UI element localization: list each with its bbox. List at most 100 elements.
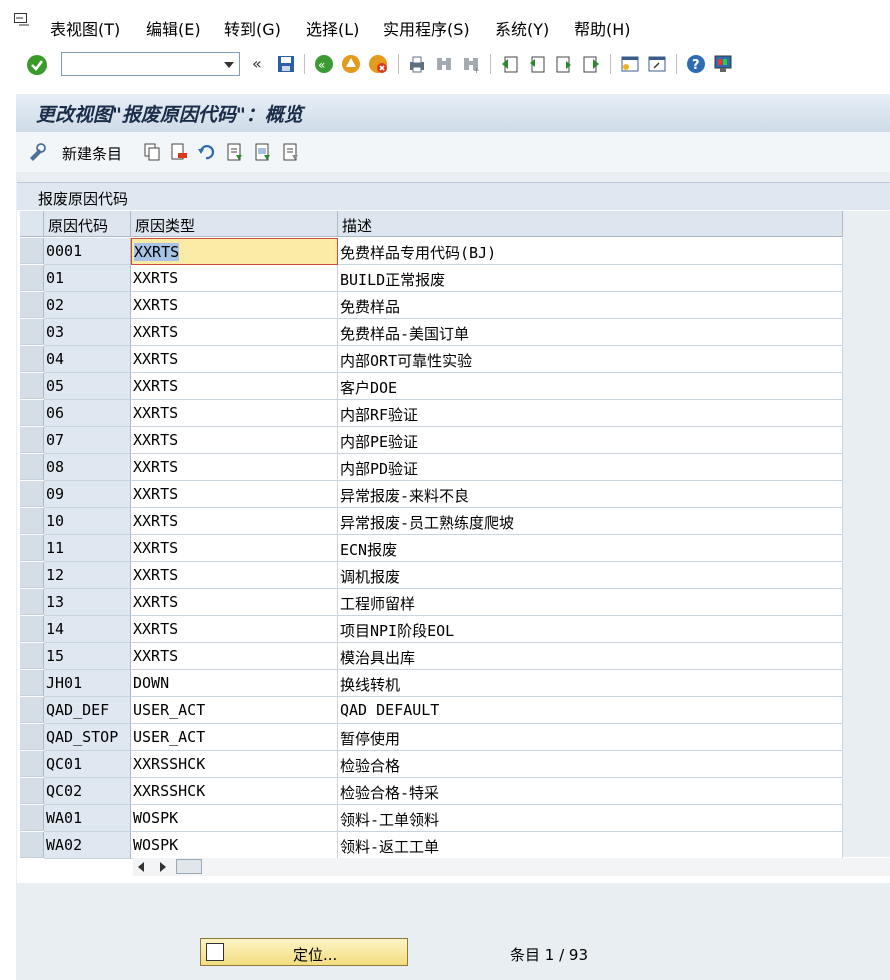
save-icon[interactable] <box>276 54 296 74</box>
new-entries-button[interactable]: 新建条目 <box>62 143 122 164</box>
print-icon[interactable] <box>407 54 427 74</box>
reason-type-field[interactable]: XXRSSHCK <box>131 778 338 805</box>
select-block-icon[interactable] <box>254 143 272 161</box>
dropdown-arrow-icon[interactable] <box>224 62 234 68</box>
reason-type-field[interactable]: USER_ACT <box>131 724 338 751</box>
undo-change-icon[interactable] <box>197 143 215 161</box>
row-selector[interactable] <box>20 724 44 750</box>
row-selector[interactable] <box>20 346 44 372</box>
reason-type-field[interactable]: WOSPK <box>131 805 338 832</box>
reason-type-field[interactable]: XXRTS <box>131 427 338 454</box>
previous-page-icon[interactable] <box>527 54 547 74</box>
system-menu-icon[interactable] <box>14 13 30 27</box>
row-selector[interactable] <box>20 319 44 345</box>
row-selector[interactable] <box>20 589 44 615</box>
description-field[interactable]: 客户DOE <box>338 373 843 400</box>
reason-type-field[interactable]: WOSPK <box>131 832 338 859</box>
row-selector[interactable] <box>20 454 44 480</box>
menu-item[interactable]: 转到(G) <box>224 16 281 40</box>
new-session-icon[interactable] <box>620 54 640 74</box>
reason-type-field[interactable]: XXRSSHCK <box>131 751 338 778</box>
row-selector[interactable] <box>20 400 44 426</box>
row-selector[interactable] <box>20 238 44 264</box>
row-selector[interactable] <box>20 292 44 318</box>
description-field[interactable]: 领料-返工工单 <box>338 832 843 859</box>
row-selector[interactable] <box>20 670 44 696</box>
enter-check-icon[interactable] <box>27 55 47 75</box>
row-selector[interactable] <box>20 265 44 291</box>
reason-type-field[interactable]: XXRTS <box>131 400 338 427</box>
row-selector[interactable] <box>20 778 44 804</box>
reason-type-field[interactable]: XXRTS <box>131 643 338 670</box>
exit-icon[interactable] <box>341 54 361 74</box>
menu-item[interactable]: 编辑(E) <box>146 16 201 40</box>
collapse-command-field-icon[interactable]: « <box>250 54 270 74</box>
row-selector[interactable] <box>20 643 44 669</box>
delete-icon[interactable] <box>170 143 188 161</box>
generate-shortcut-icon[interactable] <box>647 54 667 74</box>
description-field[interactable]: 检验合格 <box>338 751 843 778</box>
row-selector[interactable] <box>20 832 44 858</box>
reason-type-field[interactable]: USER_ACT <box>131 697 338 724</box>
scroll-right-icon[interactable] <box>159 862 167 872</box>
next-page-icon[interactable] <box>554 54 574 74</box>
column-header-reason-code[interactable]: 原因代码 <box>44 211 131 237</box>
menu-item[interactable]: 实用程序(S) <box>383 16 470 40</box>
back-icon[interactable]: « <box>314 54 334 74</box>
reason-type-field[interactable]: XXRTS <box>131 589 338 616</box>
row-selector[interactable] <box>20 427 44 453</box>
description-field[interactable]: ECN报废 <box>338 535 843 562</box>
description-field[interactable]: 内部ORT可靠性实验 <box>338 346 843 373</box>
position-button[interactable]: 定位... <box>200 938 408 966</box>
description-field[interactable]: 异常报废-来料不良 <box>338 481 843 508</box>
help-icon[interactable]: ? <box>686 54 706 74</box>
description-field[interactable]: 内部RF验证 <box>338 400 843 427</box>
reason-type-field[interactable]: XXRTS <box>131 373 338 400</box>
first-page-icon[interactable] <box>500 54 520 74</box>
row-selector[interactable] <box>20 616 44 642</box>
description-field[interactable]: 领料-工单领料 <box>338 805 843 832</box>
row-selector[interactable] <box>20 508 44 534</box>
description-field[interactable]: 免费样品 <box>338 292 843 319</box>
column-header-reason-type[interactable]: 原因类型 <box>131 211 338 237</box>
reason-type-field[interactable]: XXRTS <box>131 616 338 643</box>
row-selector[interactable] <box>20 373 44 399</box>
scroll-thumb[interactable] <box>176 859 202 874</box>
customize-layout-icon[interactable] <box>713 54 733 74</box>
copy-as-icon[interactable] <box>143 143 161 161</box>
menu-item[interactable]: 选择(L) <box>306 16 359 40</box>
reason-type-field[interactable]: XXRTS <box>131 535 338 562</box>
description-field[interactable]: 换线转机 <box>338 670 843 697</box>
menu-item[interactable]: 表视图(T) <box>50 16 120 40</box>
cancel-icon[interactable] <box>368 54 388 74</box>
row-selector[interactable] <box>20 562 44 588</box>
reason-type-field[interactable]: XXRTS <box>131 481 338 508</box>
scroll-left-icon[interactable] <box>137 862 145 872</box>
reason-type-field[interactable]: DOWN <box>131 670 338 697</box>
column-header-description[interactable]: 描述 <box>338 211 843 237</box>
reason-type-field[interactable]: XXRTS <box>131 319 338 346</box>
find-next-icon[interactable]: + <box>461 54 481 74</box>
description-field[interactable]: 工程师留样 <box>338 589 843 616</box>
description-field[interactable]: 免费样品-美国订单 <box>338 319 843 346</box>
reason-type-field[interactable]: XXRTS <box>131 346 338 373</box>
horizontal-scrollbar[interactable] <box>133 858 890 876</box>
reason-type-field[interactable]: XXRTS <box>131 265 338 292</box>
description-field[interactable]: BUILD正常报废 <box>338 265 843 292</box>
description-field[interactable]: 调机报废 <box>338 562 843 589</box>
reason-type-field[interactable]: XXRTS <box>131 292 338 319</box>
row-selector[interactable] <box>20 535 44 561</box>
description-field[interactable]: 暂停使用 <box>338 724 843 751</box>
menu-item[interactable]: 帮助(H) <box>574 16 631 40</box>
menu-item[interactable]: 系统(Y) <box>495 16 549 40</box>
display-change-icon[interactable] <box>27 142 47 162</box>
last-page-icon[interactable] <box>581 54 601 74</box>
description-field[interactable]: QAD DEFAULT <box>338 697 843 724</box>
select-all-icon[interactable] <box>226 143 244 161</box>
reason-type-field[interactable]: XXRTS <box>131 562 338 589</box>
description-field[interactable]: 异常报废-员工熟练度爬坡 <box>338 508 843 535</box>
reason-type-field[interactable]: XXRTS <box>131 238 338 265</box>
description-field[interactable]: 检验合格-特采 <box>338 778 843 805</box>
reason-type-field[interactable]: XXRTS <box>131 454 338 481</box>
find-icon[interactable] <box>434 54 454 74</box>
